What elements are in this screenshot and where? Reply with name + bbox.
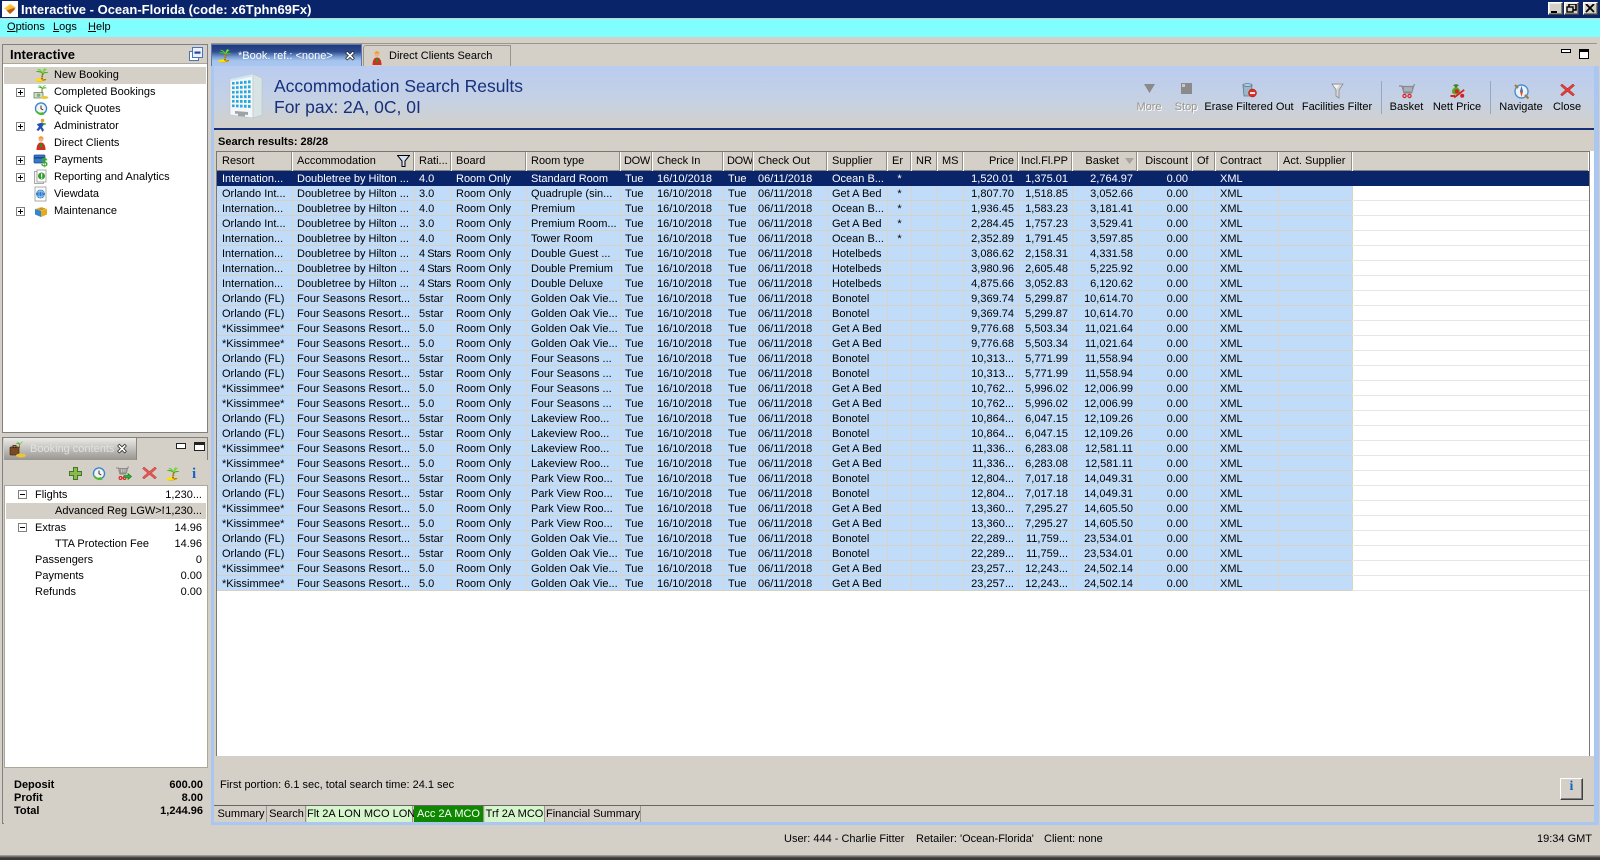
svg-text:$: $ — [41, 156, 48, 169]
